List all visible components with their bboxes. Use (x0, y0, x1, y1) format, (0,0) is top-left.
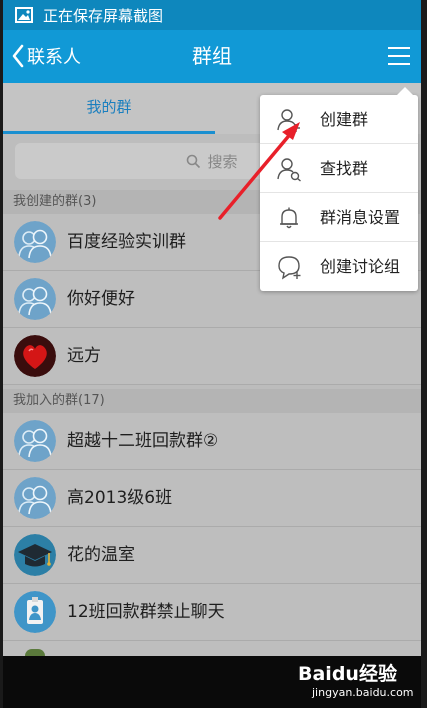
menu-item-find-group[interactable]: 查找群 (260, 144, 418, 193)
default-group-avatar (14, 221, 56, 263)
bell-icon (280, 207, 298, 229)
default-group-avatar (14, 278, 56, 320)
chat-bubble-add-icon (278, 256, 301, 280)
menu-item-label: 创建讨论组 (320, 257, 401, 276)
page-title: 群组 (192, 44, 232, 68)
group-name: 远方 (67, 346, 101, 366)
list-item[interactable]: 高2013级6班 (3, 470, 421, 527)
partial-avatar (25, 649, 45, 656)
graduation-cap-avatar (14, 534, 56, 576)
menu-item-label: 创建群 (320, 110, 369, 129)
menu-item-label: 群消息设置 (320, 208, 401, 227)
menu-item-create-discussion[interactable]: 创建讨论组 (260, 242, 418, 291)
search-icon (187, 154, 201, 168)
group-name: 高2013级6班 (67, 488, 173, 508)
section-joined: 我加入的群(17) (3, 389, 421, 413)
status-bar: 正在保存屏幕截图 (3, 0, 421, 30)
title-bar: 联系人 群组 (3, 30, 421, 83)
default-group-avatar (14, 420, 56, 462)
list-item[interactable]: 12班回款群禁止聊天 (3, 584, 421, 641)
watermark-brand: Baidu经验 (298, 662, 397, 685)
list-item[interactable]: 超越十二班回款群② (3, 413, 421, 470)
group-name: 你好便好 (67, 289, 135, 309)
red-heart-avatar (14, 335, 56, 377)
id-badge-avatar (14, 591, 56, 633)
group-name: 12班回款群禁止聊天 (67, 602, 225, 622)
status-text: 正在保存屏幕截图 (43, 6, 164, 25)
baidu-jingyan-watermark: Baidu经验 jingyan.baidu.com (298, 658, 418, 704)
add-user-icon (277, 109, 300, 132)
group-name: 超越十二班回款群② (67, 431, 219, 451)
group-name: 百度经验实训群 (67, 232, 186, 252)
dropdown-menu: 创建群 查找群 群消息设置 创建讨论组 (260, 87, 418, 291)
watermark-url: jingyan.baidu.com (312, 686, 414, 699)
group-name: 花的温室 (67, 545, 135, 565)
list-item-partial[interactable] (3, 641, 421, 656)
phone-screen: 正在保存屏幕截图 联系人 群组 我的群 搜索 我创建的群(3) 百度经验实训群 … (3, 0, 421, 708)
search-placeholder: 搜索 (207, 152, 238, 171)
find-user-icon (277, 158, 301, 182)
list-item[interactable]: 花的温室 (3, 527, 421, 584)
menu-item-group-message-settings[interactable]: 群消息设置 (260, 193, 418, 242)
menu-item-label: 查找群 (320, 159, 369, 178)
hamburger-menu-icon[interactable] (385, 42, 413, 70)
list-item[interactable]: 远方 (3, 328, 421, 385)
tab-my-groups[interactable]: 我的群 (3, 83, 215, 134)
menu-item-create-group[interactable]: 创建群 (260, 95, 418, 144)
default-group-avatar (14, 477, 56, 519)
image-icon (15, 7, 33, 23)
